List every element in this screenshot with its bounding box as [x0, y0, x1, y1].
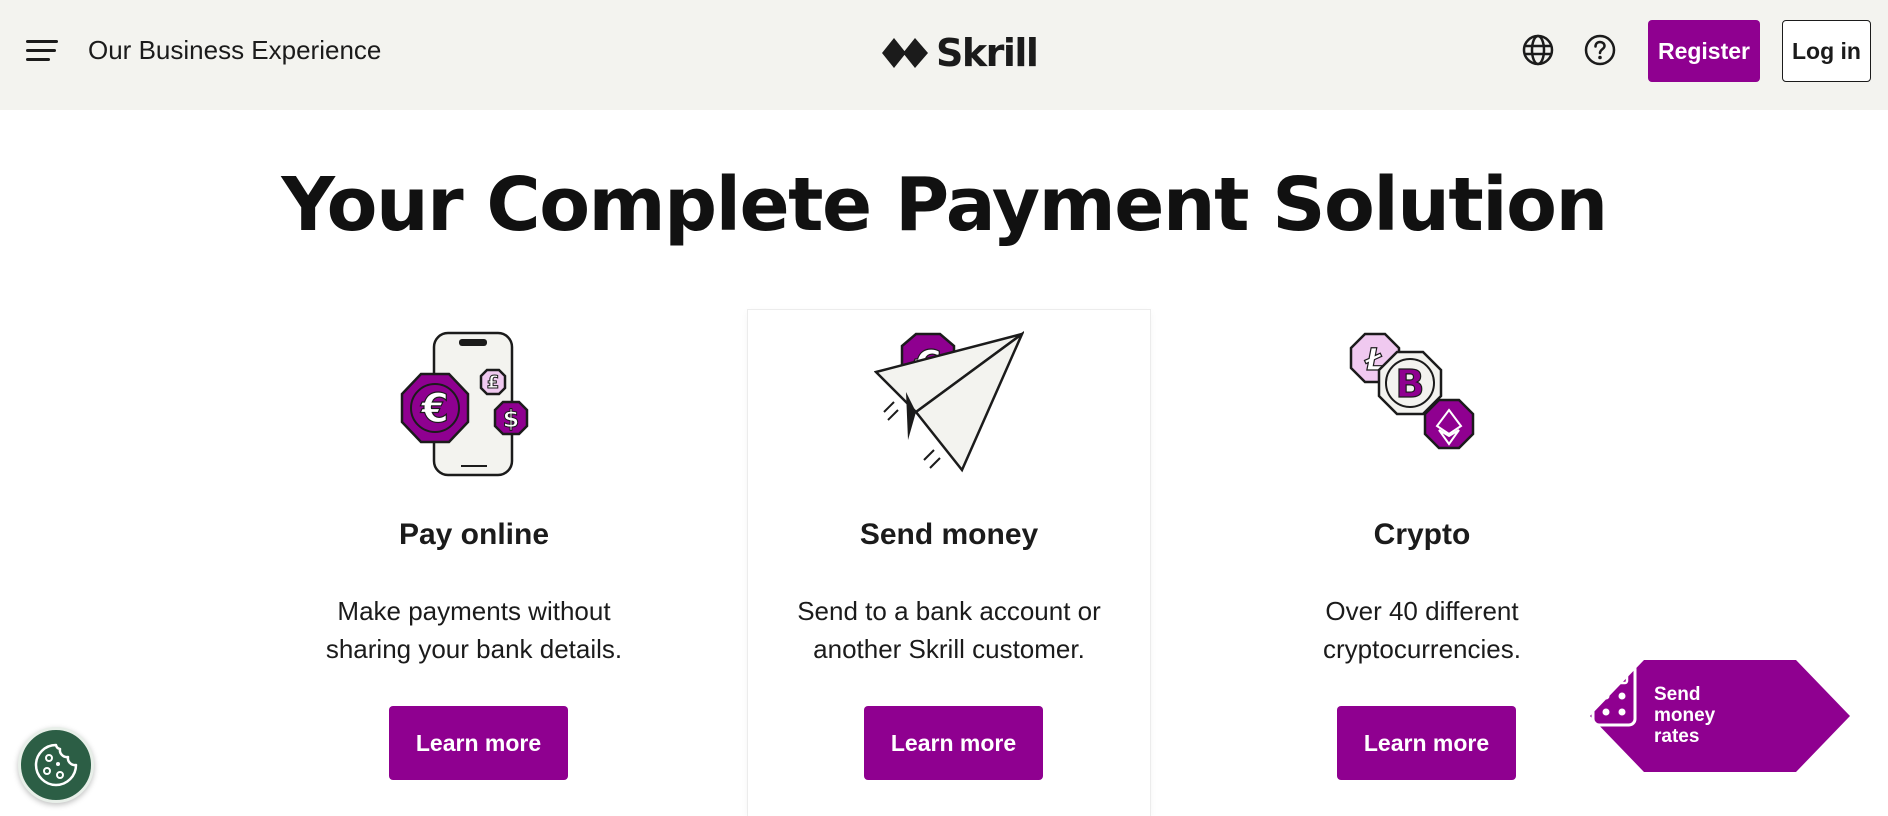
logo-text: Skrill: [936, 31, 1039, 75]
skrill-diamonds-icon: [882, 38, 928, 68]
learn-more-button[interactable]: Learn more: [389, 706, 568, 780]
crypto-card: Ł B Crypto Over 40 different cryptocurre…: [1221, 310, 1623, 816]
learn-more-button[interactable]: Learn more: [1337, 706, 1516, 780]
card-description: Make payments without sharing your bank …: [325, 596, 623, 664]
rates-label: Send money rates: [1654, 684, 1716, 747]
card-title: Crypto: [1373, 518, 1471, 551]
page-title: Your Complete Payment Solution: [281, 162, 1608, 248]
hamburger-menu-icon[interactable]: [26, 38, 60, 64]
send-money-rates-widget[interactable]: Send money rates: [1590, 660, 1850, 772]
svg-text:€: €: [420, 386, 449, 432]
calculator-icon: [1591, 661, 1637, 727]
phone-currency-coins-icon: £ $ €: [400, 331, 529, 477]
register-button[interactable]: Register: [1648, 20, 1760, 82]
paper-plane-euro-icon: €: [874, 330, 1024, 473]
pay-online-card: £ $ € Pay online Make payments without s…: [273, 310, 675, 816]
site-header: Our Business Experience Skrill Register …: [0, 0, 1888, 110]
svg-text:B: B: [1396, 362, 1425, 406]
card-description: Over 40 different cryptocurrencies.: [1323, 596, 1521, 664]
send-money-card: € Send money Send to a bank account or a…: [748, 310, 1150, 816]
card-description: Send to a bank account or another Skrill…: [797, 596, 1101, 664]
business-experience-link[interactable]: Our Business Experience: [88, 35, 381, 66]
login-button[interactable]: Log in: [1782, 20, 1871, 82]
skrill-logo[interactable]: Skrill: [882, 31, 1039, 75]
svg-text:$: $: [503, 405, 520, 433]
crypto-coins-icon: Ł B: [1349, 332, 1475, 450]
cookie-icon: [34, 743, 78, 787]
question-circle-icon[interactable]: [1584, 34, 1616, 66]
card-title: Send money: [859, 518, 1039, 551]
cookie-settings-button[interactable]: [18, 727, 94, 803]
card-title: Pay online: [398, 518, 550, 551]
learn-more-button[interactable]: Learn more: [864, 706, 1043, 780]
svg-text:£: £: [487, 372, 500, 393]
globe-icon[interactable]: [1522, 34, 1554, 66]
